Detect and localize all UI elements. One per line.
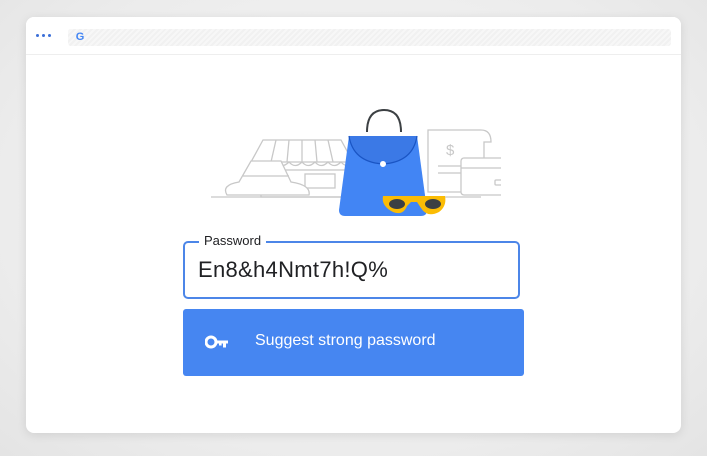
- password-label: Password: [199, 233, 267, 249]
- google-g-icon: G: [75, 31, 85, 43]
- svg-text:$: $: [446, 142, 455, 159]
- password-input-value[interactable]: En8&h4Nmt7h!Q%: [198, 257, 388, 283]
- password-field[interactable]: Password En8&h4Nmt7h!Q%: [183, 233, 520, 299]
- shopping-illustration: $: [211, 108, 501, 216]
- more-dots-icon[interactable]: [36, 34, 51, 37]
- hat-icon: [224, 160, 310, 196]
- browser-toolbar: G: [26, 17, 681, 55]
- key-icon: [205, 335, 228, 349]
- suggest-strong-password-button[interactable]: Suggest strong password: [183, 309, 524, 376]
- address-bar[interactable]: [68, 29, 671, 46]
- credit-card-icon: [460, 157, 501, 196]
- browser-window: G $ Password En8&h4Nmt7h!Q% Suggest stro…: [26, 17, 681, 433]
- suggest-button-label: Suggest strong password: [255, 332, 436, 349]
